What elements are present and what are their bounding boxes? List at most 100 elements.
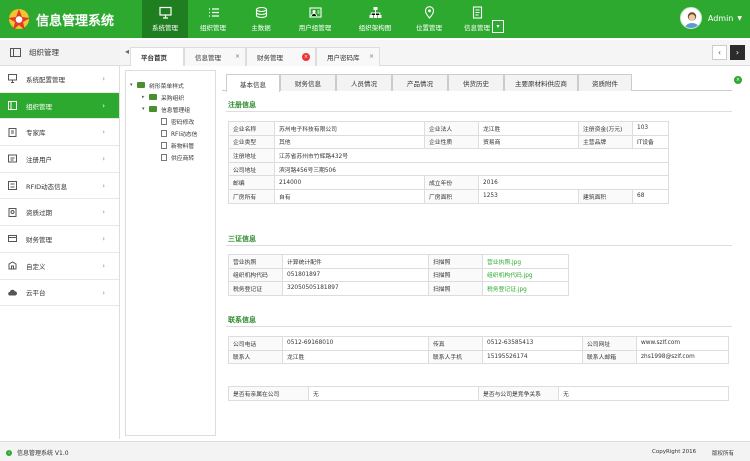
field-label: 厂房面积 bbox=[424, 188, 479, 204]
user-menu[interactable]: Admin ▼ bbox=[679, 7, 742, 29]
close-icon[interactable]: × bbox=[302, 53, 310, 61]
topnav-master-data[interactable]: 主数据 bbox=[238, 0, 284, 38]
table-row: 是否有亲属在公司 无 是否与公司是竞争关系 无 bbox=[228, 386, 729, 401]
tab-user-password[interactable]: 用户密码库 × bbox=[316, 47, 380, 66]
sidebar-item-register[interactable]: 注册用户 › bbox=[0, 146, 119, 173]
chevron-right-icon[interactable]: ▸ bbox=[142, 94, 149, 100]
chevron-down-icon[interactable]: ▾ bbox=[142, 106, 149, 112]
attachment-link[interactable]: 组织机构代码.jpg bbox=[482, 267, 569, 283]
sidebar-item-system-config[interactable]: 系统配置管理 › bbox=[0, 66, 119, 93]
field-label: 扫描照 bbox=[428, 281, 483, 296]
tab-products[interactable]: 产品情况 bbox=[392, 74, 448, 91]
topnav-label: 主数据 bbox=[251, 24, 271, 32]
topnav-org-chart[interactable]: 组织架构图 bbox=[346, 0, 404, 38]
tree-node[interactable]: 新物料管 bbox=[126, 139, 215, 151]
tree-node[interactable]: ▾ 信息管理组 bbox=[126, 103, 215, 115]
sidebar-item-cloud[interactable]: 云平台 › bbox=[0, 280, 119, 307]
topnav-user-group[interactable]: 用户组管理 bbox=[286, 0, 344, 38]
topnav-label: 用户组管理 bbox=[298, 24, 332, 32]
sidebar-header-icon bbox=[10, 48, 21, 57]
certificate-icon bbox=[8, 207, 17, 217]
close-icon[interactable]: × bbox=[734, 76, 742, 84]
section-title-contact: 联系信息 bbox=[228, 316, 256, 324]
app-title: 信息管理系统 bbox=[36, 14, 115, 29]
chevron-left-icon: ‹ bbox=[717, 48, 722, 57]
tab-finance-info[interactable]: 财务信息 bbox=[280, 74, 336, 91]
tabs-prev-button[interactable]: ‹ bbox=[712, 45, 727, 60]
sidebar-item-org[interactable]: 组织管理 › bbox=[0, 92, 119, 120]
topnav-system[interactable]: 系统管理 bbox=[142, 0, 188, 38]
close-icon[interactable]: × bbox=[369, 53, 374, 60]
close-icon[interactable]: × bbox=[235, 53, 240, 60]
user-group-icon bbox=[308, 7, 322, 18]
tab-basic-info[interactable]: 基本信息 bbox=[226, 74, 280, 92]
tab-label: 平台首页 bbox=[141, 54, 167, 62]
field-label: 企业类型 bbox=[228, 134, 275, 150]
table-row: 联系人 龙江胜 联系人手机 15195526174 联系人邮箱 zhs1998@… bbox=[228, 349, 729, 365]
chevron-right-icon: › bbox=[102, 155, 105, 164]
sidebar-item-rfid[interactable]: RFID动态信息 › bbox=[0, 173, 119, 200]
tab-info-management[interactable]: 信息管理 × bbox=[184, 47, 246, 66]
tree-node[interactable]: ▾ 树形菜单样式 bbox=[126, 79, 215, 91]
sidebar-item-custom[interactable]: 自定义 › bbox=[0, 253, 119, 280]
field-label: 注册地址 bbox=[228, 148, 275, 163]
field-label: 扫描照 bbox=[428, 267, 483, 283]
tabs-next-button[interactable]: › bbox=[730, 45, 745, 60]
tab-scroll-left-icon[interactable]: ◂ bbox=[125, 47, 129, 56]
sidebar-header: 组织管理 bbox=[0, 40, 120, 66]
folder-icon bbox=[149, 106, 157, 112]
tab-raw-material-suppliers[interactable]: 主要原材料供应商 bbox=[504, 74, 578, 91]
table-row: 营业执照 计算统计配件 扫描照 营业执照.jpg bbox=[228, 254, 569, 269]
field-value: 0512-63585413 bbox=[482, 336, 583, 351]
sidebar-item-label: 财务管理 bbox=[26, 235, 52, 244]
tab-finance[interactable]: 财务管理 × bbox=[246, 47, 316, 66]
tab-label: 信息管理 bbox=[195, 54, 221, 62]
tab-label: 人员情况 bbox=[351, 80, 377, 88]
field-value: 其他 bbox=[274, 134, 425, 150]
tree-node-label: 采购组织 bbox=[161, 95, 185, 102]
tree-node[interactable]: 供应商转 bbox=[126, 151, 215, 163]
topnav-label: 系统管理 bbox=[152, 24, 178, 32]
tab-label: 产品情况 bbox=[407, 80, 433, 88]
field-label: 成立年份 bbox=[424, 175, 479, 190]
rights-text: 版权所有 bbox=[712, 451, 735, 457]
tab-personnel[interactable]: 人员情况 bbox=[336, 74, 392, 91]
attachment-link[interactable]: 税务登记证.jpg bbox=[482, 281, 569, 296]
attachment-link[interactable]: 营业执照.jpg bbox=[482, 254, 569, 269]
tab-label: 基本信息 bbox=[240, 80, 266, 89]
chevron-down-icon[interactable]: ▾ bbox=[130, 82, 137, 88]
tree-node[interactable]: ▸ 采购组织 bbox=[126, 91, 215, 103]
table-row: 企业名称 苏州电子科技有限公司 企业法人 龙江胜 注册资金(万元) 103 bbox=[228, 121, 669, 136]
table-row: 企业类型 其他 企业性质 贸易商 主营品牌 IT设备 bbox=[228, 134, 669, 150]
field-label: 邮编 bbox=[228, 175, 275, 190]
users-icon bbox=[8, 101, 17, 111]
rfid-icon bbox=[8, 181, 17, 191]
chevron-right-icon: › bbox=[102, 181, 105, 190]
topnav-location[interactable]: 位置管理 bbox=[406, 0, 452, 38]
field-label: 主营品牌 bbox=[578, 134, 633, 150]
tab-attachments[interactable]: 资质附件 bbox=[578, 74, 632, 91]
table-row: 邮编 214000 成立年份 2016 bbox=[228, 175, 669, 190]
content-tabs: 基本信息 财务信息 人员情况 产品情况 供货历史 主要原材料供应商 资质附件 bbox=[222, 74, 732, 92]
sidebar-item-expert[interactable]: 专家库 › bbox=[0, 119, 119, 147]
tree-panel: ▾ 树形菜单样式 ▸ 采购组织 ▾ 信息管理组 密码修改 RFI动态信 新物料管… bbox=[125, 70, 216, 436]
field-value: 龙江胜 bbox=[478, 121, 579, 136]
topnav-org[interactable]: 组织管理 bbox=[190, 0, 236, 38]
table-row: 公司电话 0512-69168010 传真 0512-63585413 公司网址… bbox=[228, 336, 729, 351]
tree-node-label: 树形菜单样式 bbox=[149, 83, 184, 90]
file-icon bbox=[161, 141, 167, 149]
tree-node[interactable]: 密码修改 bbox=[126, 115, 215, 127]
file-icon bbox=[161, 129, 167, 137]
tab-home[interactable]: 平台首页 bbox=[130, 47, 184, 66]
page-tab-bar: ◂ 平台首页 信息管理 × 财务管理 × 用户密码库 × ‹ › bbox=[120, 40, 750, 66]
table-row: 税务登记证 32050505181897 扫描照 税务登记证.jpg bbox=[228, 281, 569, 296]
tab-supply-history[interactable]: 供货历史 bbox=[448, 74, 504, 91]
field-label: 企业性质 bbox=[424, 134, 479, 150]
nav-more-button[interactable]: ▾ bbox=[492, 20, 504, 33]
tree-node[interactable]: RFI动态信 bbox=[126, 127, 215, 139]
sidebar-item-finance[interactable]: 财务管理 › bbox=[0, 226, 119, 253]
chevron-right-icon: › bbox=[102, 288, 105, 297]
field-value: 贸易商 bbox=[478, 134, 579, 150]
sidebar-item-cert-expired[interactable]: 资质过期 › bbox=[0, 199, 119, 227]
folder-icon bbox=[137, 82, 145, 88]
